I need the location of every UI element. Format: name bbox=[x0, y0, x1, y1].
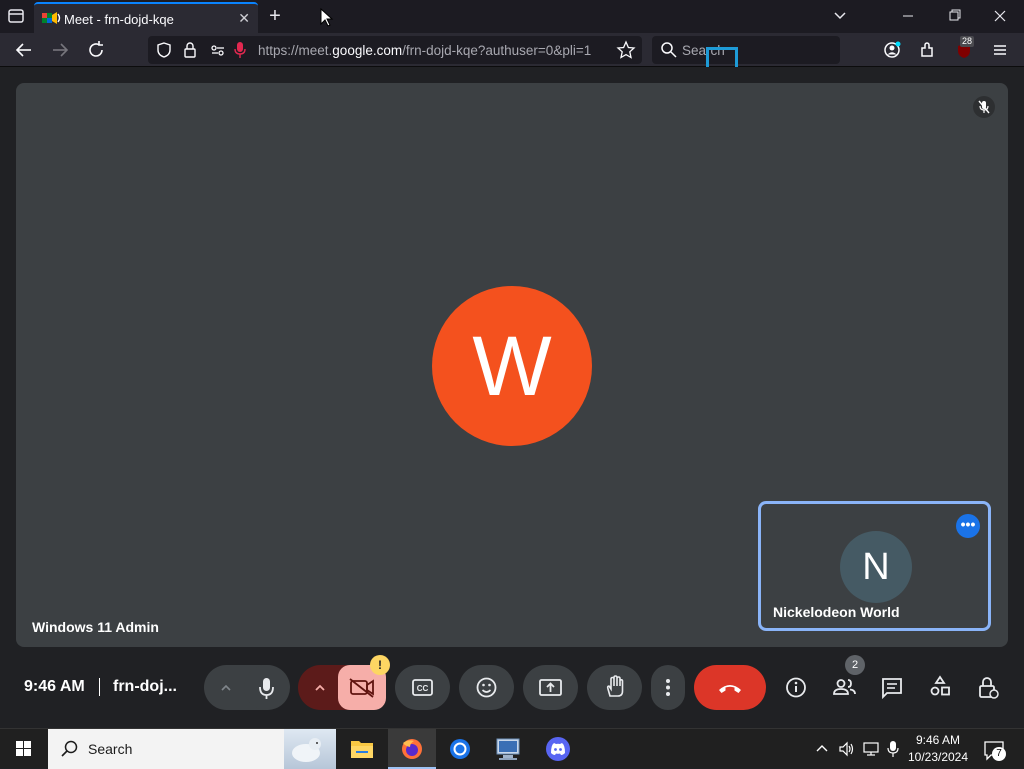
search-box[interactable]: Search bbox=[652, 36, 840, 64]
bookmark-star-icon[interactable] bbox=[616, 40, 636, 60]
present-screen-button[interactable] bbox=[523, 665, 578, 710]
self-avatar: N bbox=[840, 531, 912, 603]
reactions-button[interactable] bbox=[459, 665, 514, 710]
windows-taskbar: Search 9:46 AM 10/23/2024 7 bbox=[0, 728, 1024, 769]
back-icon[interactable] bbox=[12, 38, 36, 62]
chrome-taskbar-icon[interactable] bbox=[436, 729, 484, 769]
notification-count-badge: 7 bbox=[992, 747, 1006, 761]
people-icon[interactable]: 2 bbox=[824, 655, 865, 710]
chat-icon[interactable] bbox=[872, 665, 912, 710]
self-view-more-options-button[interactable]: ••• bbox=[956, 514, 980, 538]
host-controls-lock-icon[interactable] bbox=[968, 665, 1008, 710]
lock-icon[interactable] bbox=[180, 40, 200, 60]
participant-muted-icon bbox=[972, 95, 996, 119]
self-view-tile[interactable]: ••• N Nickelodeon World bbox=[758, 501, 991, 631]
tab-title: Meet - frn-dojd-kqe bbox=[64, 12, 174, 27]
close-window-icon[interactable] bbox=[988, 6, 1012, 26]
tab-meet[interactable]: Meet - frn-dojd-kqe ✕ bbox=[34, 2, 258, 33]
search-icon bbox=[660, 41, 678, 59]
microphone-in-use-icon[interactable] bbox=[232, 40, 248, 60]
meeting-info-icon[interactable] bbox=[776, 665, 816, 710]
extension-badge: 28 bbox=[960, 36, 975, 47]
network-icon[interactable] bbox=[862, 741, 880, 757]
meeting-code[interactable]: frn-doj... bbox=[113, 678, 177, 696]
notification-center-icon[interactable]: 7 bbox=[982, 739, 1006, 761]
captions-button[interactable]: CC bbox=[395, 665, 450, 710]
svg-text:CC: CC bbox=[417, 684, 429, 693]
camera-warning-badge: ! bbox=[370, 655, 390, 675]
divider bbox=[99, 678, 100, 696]
url-text[interactable]: https://meet.google.com/frn-dojd-kqe?aut… bbox=[258, 43, 591, 58]
taskbar-search-label: Search bbox=[88, 741, 133, 757]
audio-controls bbox=[204, 665, 290, 710]
leave-call-button[interactable] bbox=[694, 665, 766, 710]
participant-avatar: W bbox=[432, 286, 592, 446]
windows-start-icon[interactable] bbox=[0, 729, 48, 769]
tracking-protection-shield-icon[interactable] bbox=[154, 40, 174, 60]
tab-overview-icon[interactable] bbox=[4, 6, 28, 26]
tab-close-icon[interactable]: ✕ bbox=[238, 10, 250, 27]
meeting-clock: 9:46 AM bbox=[24, 678, 85, 695]
remote-desktop-icon[interactable] bbox=[484, 729, 532, 769]
address-bar[interactable]: https://meet.google.com/frn-dojd-kqe?aut… bbox=[148, 36, 642, 64]
more-options-button[interactable] bbox=[651, 665, 685, 710]
file-explorer-icon[interactable] bbox=[338, 729, 386, 769]
forward-icon[interactable] bbox=[48, 38, 72, 62]
raise-hand-button[interactable] bbox=[587, 665, 642, 710]
browser-tab-bar: Meet - frn-dojd-kqe ✕ + bbox=[0, 0, 1024, 33]
discord-icon[interactable] bbox=[534, 729, 582, 769]
new-tab-icon[interactable]: + bbox=[263, 6, 287, 26]
taskbar-search-icon bbox=[60, 739, 80, 759]
meet-page: W Windows 11 Admin ••• N Nickelodeon Wor… bbox=[0, 67, 1024, 728]
tab-list-chevron-icon[interactable] bbox=[828, 6, 852, 26]
minimize-icon[interactable] bbox=[896, 6, 920, 26]
account-icon[interactable] bbox=[880, 38, 904, 62]
audio-options-chevron-icon[interactable] bbox=[212, 665, 240, 710]
self-name: Nickelodeon World bbox=[773, 604, 900, 620]
taskbar-time[interactable]: 9:46 AM bbox=[910, 733, 966, 747]
taskbar-date[interactable]: 10/23/2024 bbox=[906, 750, 970, 764]
extensions-icon[interactable] bbox=[916, 38, 940, 62]
mouse-cursor-icon bbox=[320, 8, 334, 28]
show-hidden-icons-chevron-icon[interactable] bbox=[814, 741, 830, 757]
restore-icon[interactable] bbox=[942, 6, 966, 26]
video-options-chevron-icon[interactable] bbox=[306, 665, 334, 710]
microphone-button[interactable] bbox=[244, 665, 289, 710]
taskbar-search-box[interactable]: Search bbox=[48, 729, 336, 769]
video-controls: ! bbox=[298, 655, 390, 710]
firefox-taskbar-icon[interactable] bbox=[388, 729, 436, 769]
activities-icon[interactable] bbox=[920, 665, 960, 710]
ublock-extension-icon[interactable]: 28 bbox=[952, 36, 976, 62]
microphone-tray-icon[interactable] bbox=[886, 740, 900, 758]
reload-icon[interactable] bbox=[84, 38, 108, 62]
meet-favicon-icon bbox=[42, 11, 61, 25]
people-count-badge: 2 bbox=[845, 655, 865, 675]
search-highlight-image bbox=[284, 729, 336, 769]
browser-toolbar: https://meet.google.com/frn-dojd-kqe?aut… bbox=[0, 33, 1024, 77]
permissions-icon[interactable] bbox=[208, 40, 228, 60]
participant-name: Windows 11 Admin bbox=[32, 619, 159, 635]
volume-icon[interactable] bbox=[838, 741, 856, 757]
app-menu-icon[interactable] bbox=[988, 38, 1012, 62]
